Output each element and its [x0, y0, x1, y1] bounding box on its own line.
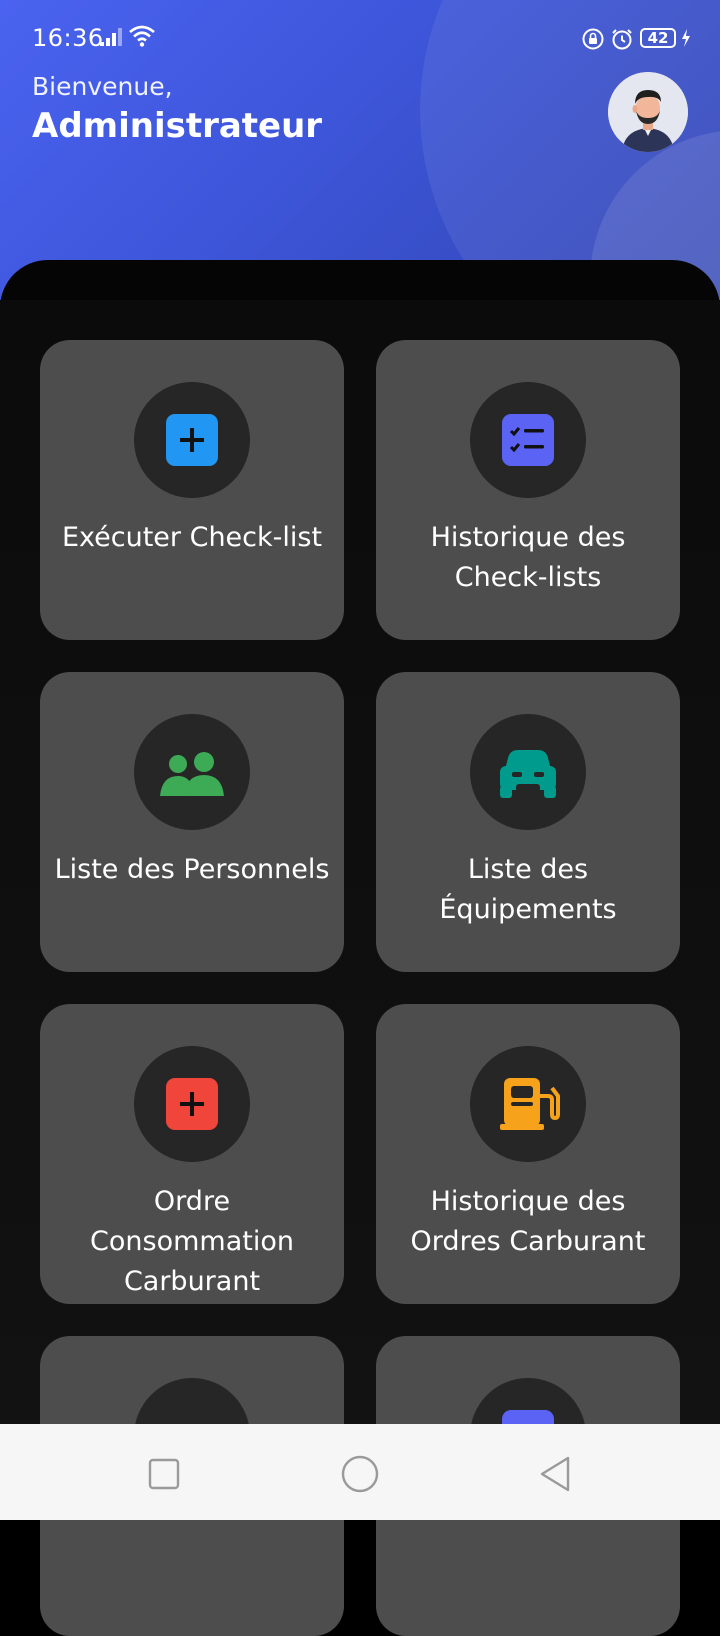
signal-icon — [100, 28, 122, 46]
vehicle-icon — [500, 750, 556, 798]
wifi-icon — [129, 25, 155, 47]
lock-rotation-icon — [582, 28, 604, 50]
icon-circle — [134, 1046, 250, 1162]
card-liste-equipements[interactable]: Liste des Équipements — [376, 672, 680, 972]
add-box-icon — [166, 414, 218, 466]
card-executer-checklist[interactable]: Exécuter Check-list — [40, 340, 344, 640]
card-liste-personnels[interactable]: Liste des Personnels — [40, 672, 344, 972]
user-avatar-icon — [608, 72, 688, 152]
icon-circle — [470, 1046, 586, 1162]
system-nav-bar — [0, 1424, 720, 1520]
battery-indicator: 42 — [640, 28, 676, 48]
fuel-pump-icon — [500, 1078, 560, 1130]
status-time: 16:36 — [32, 24, 104, 52]
home-button[interactable] — [338, 1452, 382, 1496]
back-button[interactable] — [536, 1454, 576, 1494]
recents-button[interactable] — [144, 1454, 184, 1494]
charging-icon — [682, 29, 690, 47]
card-label: Liste des Personnels — [54, 854, 330, 885]
icon-circle — [134, 382, 250, 498]
card-label: Ordre Consommation Carburant — [90, 1186, 294, 1297]
card-label: Liste des Équipements — [439, 854, 617, 925]
checklist-icon — [502, 414, 554, 466]
greeting-text: Bienvenue, — [32, 72, 173, 101]
card-historique-ordres[interactable]: Historique des Ordres Carburant — [376, 1004, 680, 1304]
alarm-icon — [612, 29, 632, 50]
add-box-icon — [166, 1078, 218, 1130]
icon-circle — [470, 382, 586, 498]
card-label: Historique des Check-lists — [430, 522, 626, 593]
people-icon — [160, 752, 224, 796]
icon-circle — [470, 714, 586, 830]
user-role-title: Administrateur — [32, 106, 323, 146]
status-bar: 16:36 42 — [0, 0, 720, 76]
header: 16:36 42 Bienvenue, Administrateur — [0, 0, 720, 300]
card-ordre-consommation[interactable]: Ordre Consommation Carburant — [40, 1004, 344, 1304]
card-historique-checklists[interactable]: Historique des Check-lists — [376, 340, 680, 640]
card-label: Historique des Ordres Carburant — [410, 1186, 646, 1257]
avatar[interactable] — [608, 72, 688, 152]
icon-circle — [134, 714, 250, 830]
card-label: Exécuter Check-list — [61, 522, 323, 553]
